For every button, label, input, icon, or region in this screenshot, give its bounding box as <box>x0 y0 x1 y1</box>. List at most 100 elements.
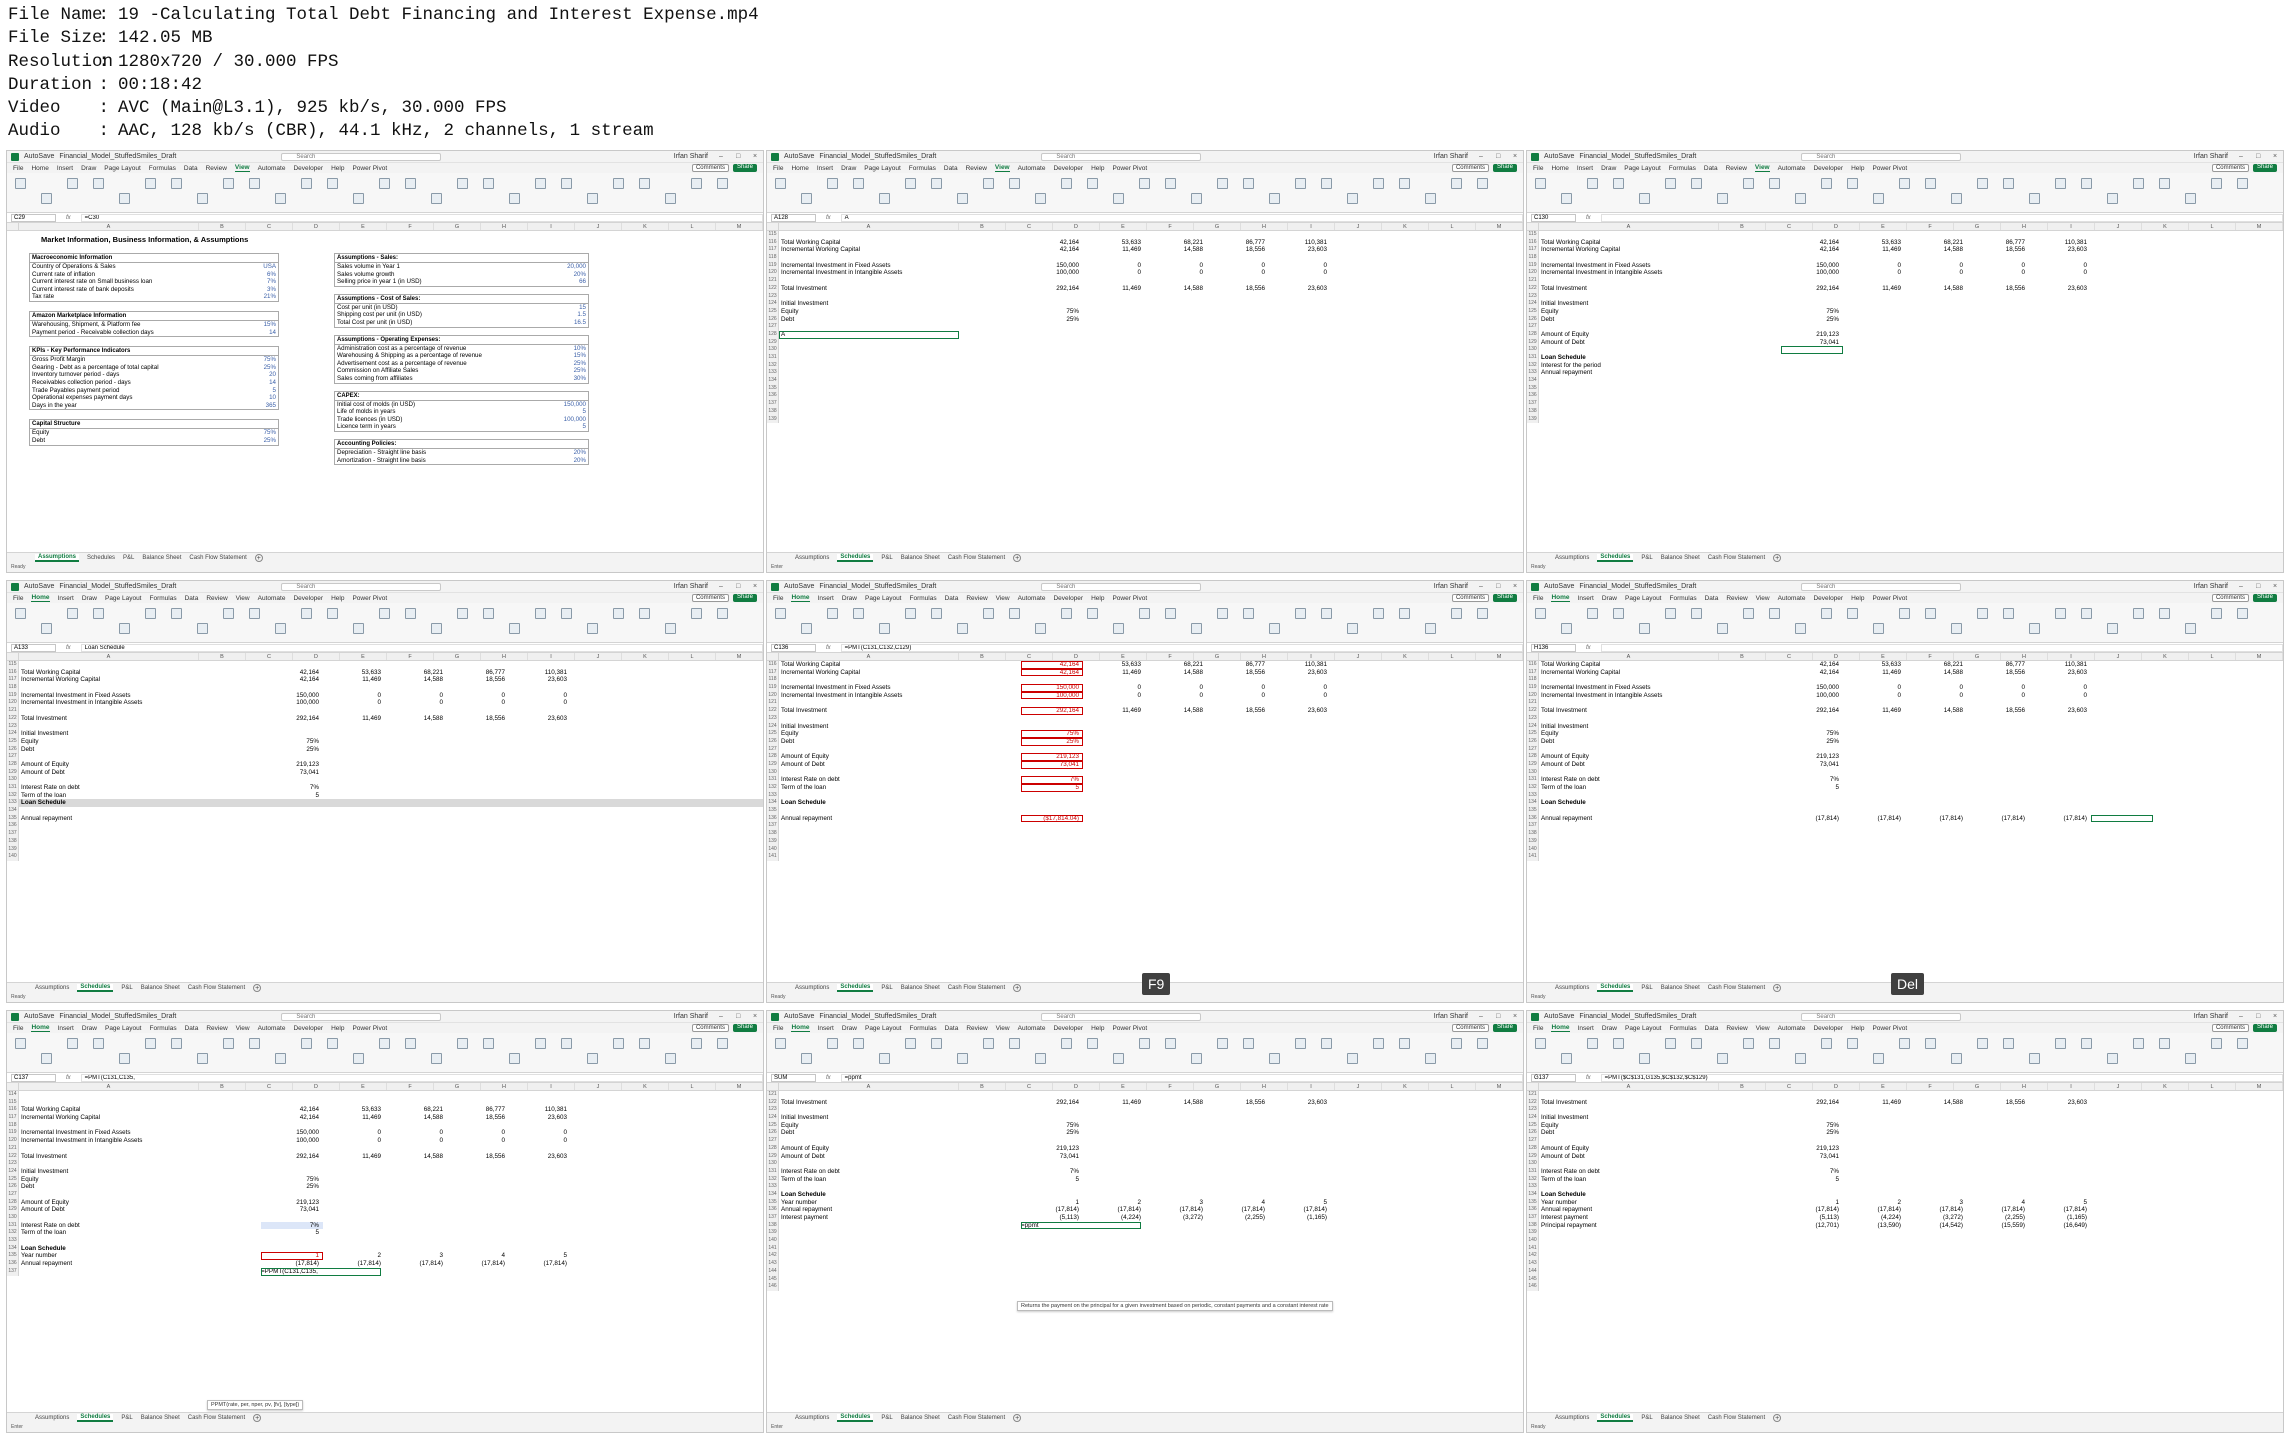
row-number[interactable]: 117 <box>7 1114 19 1122</box>
value-cell[interactable]: 150,000 <box>1781 684 1843 692</box>
ribbon-command-icon[interactable] <box>1399 178 1410 189</box>
empty-cell[interactable] <box>959 1153 1021 1161</box>
column-header[interactable]: K <box>1382 223 1429 230</box>
sheet-tab[interactable]: Cash Flow Statement <box>1708 555 1765 561</box>
ribbon-command-icon[interactable] <box>827 608 838 619</box>
row-number[interactable]: 118 <box>767 254 779 262</box>
value-cell[interactable]: 42,164 <box>261 1114 323 1122</box>
value-cell[interactable]: 0 <box>1905 692 1967 700</box>
row-label-cell[interactable] <box>1539 769 1719 777</box>
value-cell[interactable]: 0 <box>1083 684 1145 692</box>
column-header[interactable]: B <box>1719 653 1766 660</box>
add-sheet-icon[interactable]: + <box>1013 984 1022 992</box>
row-label-cell[interactable]: Interest payment <box>779 1214 959 1222</box>
assumption-value[interactable]: 150,000 <box>564 401 586 409</box>
sheet-tab[interactable]: P&L <box>1641 985 1652 991</box>
row-label-cell[interactable] <box>19 1122 199 1130</box>
value-cell[interactable]: 73,041 <box>261 1206 323 1214</box>
value-cell[interactable]: 73,041 <box>261 769 323 777</box>
empty-cell[interactable] <box>959 385 1021 393</box>
row-number[interactable]: 129 <box>1527 1152 1539 1161</box>
value-cell[interactable]: (17,814) <box>1905 815 1967 823</box>
row-label-cell[interactable] <box>1539 746 1719 754</box>
row-label-cell[interactable] <box>1539 1260 1719 1268</box>
menu-item[interactable]: Draw <box>842 595 857 602</box>
ribbon-command-icon[interactable] <box>1587 1038 1598 1049</box>
ribbon-command-icon[interactable] <box>2159 1038 2170 1049</box>
ribbon-command-icon[interactable] <box>2237 608 2248 619</box>
empty-cell[interactable] <box>959 293 1021 301</box>
empty-cell[interactable] <box>1719 1276 1781 1284</box>
row-label-cell[interactable]: Debt <box>779 738 959 746</box>
ribbon-command-icon[interactable] <box>587 1053 598 1064</box>
assumption-value[interactable]: 20,000 <box>567 263 586 271</box>
menu-item[interactable]: Automate <box>1018 1025 1046 1032</box>
value-cell[interactable]: 18,556 <box>1207 246 1269 254</box>
search-box[interactable]: Search <box>1041 1012 1202 1021</box>
row-label-cell[interactable] <box>1539 792 1719 800</box>
empty-cell[interactable] <box>1719 1114 1781 1122</box>
value-cell[interactable]: 219,123 <box>1781 753 1843 761</box>
value-cell[interactable]: 23,603 <box>1269 669 1331 677</box>
empty-cell[interactable] <box>1719 262 1781 270</box>
empty-cell[interactable] <box>959 1268 1021 1276</box>
share-button[interactable]: Share <box>732 164 757 172</box>
row-number[interactable]: 145 <box>1527 1275 1539 1284</box>
value-cell[interactable]: 53,633 <box>323 669 385 677</box>
menu-item[interactable]: View <box>996 1025 1010 1032</box>
assumption-value[interactable]: 15 <box>579 304 586 312</box>
row-number[interactable]: 117 <box>767 668 779 677</box>
ribbon-command-icon[interactable] <box>1061 608 1072 619</box>
comments-button[interactable]: Comments <box>1451 1024 1489 1032</box>
comments-button[interactable]: Comments <box>691 164 729 172</box>
assumption-value[interactable]: 25% <box>574 367 586 375</box>
value-cell[interactable]: (5,113) <box>1781 1214 1843 1222</box>
row-number[interactable]: 119 <box>767 261 779 270</box>
menu-item[interactable]: Home <box>1551 1024 1570 1032</box>
value-cell[interactable]: 219,123 <box>261 1199 323 1207</box>
formula-input[interactable]: =PMT(C131,C132,C129) <box>840 643 1523 652</box>
value-cell[interactable]: (17,814) <box>1905 1206 1967 1214</box>
ribbon-command-icon[interactable] <box>1009 178 1020 189</box>
empty-cell[interactable] <box>959 1183 1021 1191</box>
value-cell[interactable]: 11,469 <box>1083 669 1145 677</box>
empty-cell[interactable] <box>959 377 1021 385</box>
ribbon-command-icon[interactable] <box>483 178 494 189</box>
ribbon-command-icon[interactable] <box>431 193 442 204</box>
row-label-cell[interactable] <box>779 369 959 377</box>
column-header[interactable]: F <box>387 1083 434 1090</box>
row-number[interactable]: 119 <box>767 684 779 692</box>
ribbon-command-icon[interactable] <box>2055 178 2066 189</box>
ribbon-command-icon[interactable] <box>1899 1038 1910 1049</box>
row-number[interactable]: 133 <box>1527 369 1539 378</box>
ribbon-command-icon[interactable] <box>561 1038 572 1049</box>
row-number[interactable]: 124 <box>7 730 19 738</box>
column-header[interactable]: E <box>1860 223 1907 230</box>
ribbon-command-icon[interactable] <box>1087 178 1098 189</box>
value-cell[interactable]: 42,164 <box>261 676 323 684</box>
ribbon-command-icon[interactable] <box>249 1038 260 1049</box>
row-label-cell[interactable]: Amount of Debt <box>1539 761 1719 769</box>
sheet-tab[interactable]: Cash Flow Statement <box>1708 985 1765 991</box>
ribbon-command-icon[interactable] <box>301 178 312 189</box>
row-label-cell[interactable]: Incremental Investment in Fixed Assets <box>1539 262 1719 270</box>
ribbon-command-icon[interactable] <box>1613 1038 1624 1049</box>
row-number[interactable]: 124 <box>767 1114 779 1122</box>
column-header[interactable]: I <box>1288 223 1335 230</box>
value-cell[interactable]: 3 <box>1905 1199 1967 1207</box>
ribbon-command-icon[interactable] <box>1639 623 1650 634</box>
row-label-cell[interactable] <box>1539 853 1719 861</box>
empty-cell[interactable] <box>199 676 261 684</box>
empty-cell[interactable] <box>1719 1129 1781 1137</box>
row-number[interactable]: 116 <box>1527 238 1539 247</box>
row-number[interactable]: 132 <box>767 1175 779 1184</box>
menu-item[interactable]: Help <box>1851 165 1864 172</box>
value-cell[interactable]: 68,221 <box>385 669 447 677</box>
row-label-cell[interactable]: Debt <box>779 316 959 324</box>
sheet-tab[interactable]: Schedules <box>837 554 874 562</box>
ribbon-command-icon[interactable] <box>197 1053 208 1064</box>
row-number[interactable]: 124 <box>1527 1114 1539 1122</box>
ribbon-command-icon[interactable] <box>1191 1053 1202 1064</box>
value-cell[interactable]: 0 <box>1843 262 1905 270</box>
ribbon-command-icon[interactable] <box>1821 608 1832 619</box>
